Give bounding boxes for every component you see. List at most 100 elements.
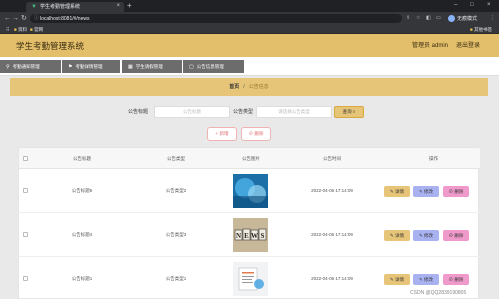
detail-button[interactable]: ✎ 详情 <box>384 186 410 197</box>
announcement-table: 公告标题 公告类型 公告图片 公告时间 操作 公告标题5 公告类型2 2022-… <box>18 147 480 299</box>
new-tab-icon[interactable]: + <box>127 2 132 10</box>
column-image: 公告图片 <box>242 156 260 161</box>
svg-text:N: N <box>236 232 241 240</box>
forward-icon[interactable]: → <box>12 14 19 23</box>
back-icon[interactable]: ← <box>4 14 11 23</box>
trash-icon: ⊘ <box>448 189 454 194</box>
watermark: CSDN @QQ2839190805 <box>410 290 467 296</box>
edit-icon: ✎ <box>389 233 394 238</box>
table-row: 公告标题5 公告类型2 2022-04-06 17:14:09 ✎ 详情 ✎ 修… <box>19 169 480 213</box>
row-checkbox[interactable] <box>23 276 28 281</box>
profile-label[interactable]: 无痕模式 <box>457 16 477 22</box>
edit-icon: ✎ <box>389 277 394 282</box>
row-type: 公告类型1 <box>165 276 187 281</box>
star-icon[interactable]: ☆ <box>416 15 420 22</box>
type-select[interactable]: 请选择公告类型 <box>256 106 332 118</box>
column-type: 公告类型 <box>167 156 185 161</box>
plus-icon: + <box>215 131 219 136</box>
batch-delete-button[interactable]: ⊘ 删除 <box>241 127 271 141</box>
apps-icon[interactable]: ⠿ <box>6 26 9 33</box>
edit-button[interactable]: ✎ 修改 <box>413 274 439 285</box>
browser-tab[interactable]: ▼ 学生考勤管理系统 × <box>26 2 124 12</box>
bookmark-folder-1[interactable]: ■ 资料 <box>14 26 27 33</box>
logout-link[interactable]: 退出登录 <box>456 42 480 50</box>
detail-button[interactable]: ✎ 详情 <box>384 230 410 241</box>
info-icon[interactable]: ⓘ <box>34 15 39 22</box>
svg-text:E: E <box>244 232 249 240</box>
close-window-icon[interactable]: × <box>487 1 491 9</box>
reload-icon[interactable]: ↻ <box>21 14 27 23</box>
grid-icon: ▦ <box>128 64 133 70</box>
pencil-icon: ✎ <box>418 233 423 238</box>
bookmarks-bar: ⠿ ■ 资料 ■ 官网 ■ 其他书签 <box>0 25 499 34</box>
address-bar[interactable]: ⓘ localhost:8081/#/news <box>30 14 402 23</box>
breadcrumb-current: 公告信息 <box>248 84 269 90</box>
row-type: 公告类型3 <box>165 232 187 237</box>
admin-label: 管理员 admin <box>412 43 449 49</box>
profile-avatar[interactable] <box>448 15 455 22</box>
row-checkbox[interactable] <box>23 232 28 237</box>
title-search-input[interactable]: 公告标题 <box>154 106 230 118</box>
column-time: 公告时间 <box>323 156 341 161</box>
row-title: 公告标题1 <box>71 276 93 281</box>
announcement-image <box>233 174 268 208</box>
menu-item-student-leave[interactable]: ▦ 学生请假管理 <box>122 60 182 73</box>
column-actions: 操作 <box>429 156 438 161</box>
maximize-icon[interactable]: □ <box>470 1 474 9</box>
tab-title: 学生考勤管理系统 <box>40 4 81 10</box>
row-title: 公告标题5 <box>71 188 93 193</box>
close-tab-icon[interactable]: × <box>116 3 120 10</box>
pencil-icon: ✎ <box>418 189 423 194</box>
nav-menu: ⚲ 考勤通知管理 ⚑ 考勤详情管理 ▦ 学生请假管理 ▢ 公告信息管理 <box>0 57 499 76</box>
folder-icon: ▢ <box>189 64 194 70</box>
search-icon: ⌕ <box>352 109 356 114</box>
menu-item-attendance-detail[interactable]: ⚑ 考勤详情管理 <box>62 60 120 73</box>
browser-toolbar: ← → ↻ ⓘ localhost:8081/#/news ⇪ ☆ ◧ ▭ 无痕… <box>0 12 499 25</box>
bookmark-folder-2[interactable]: ■ 官网 <box>30 26 43 33</box>
browser-tabstrip: ▼ 学生考勤管理系统 × + – □ × <box>0 0 499 12</box>
search-button[interactable]: 查询 ⌕ <box>334 106 364 118</box>
trash-icon: ⊘ <box>248 131 254 136</box>
announcement-image <box>233 262 268 296</box>
announcement-image: N E W S <box>233 218 268 252</box>
trash-icon: ⊘ <box>448 233 454 238</box>
sidebar-icon[interactable]: ▭ <box>436 15 441 22</box>
edit-button[interactable]: ✎ 修改 <box>413 230 439 241</box>
breadcrumb-separator: / <box>243 84 245 90</box>
column-title: 公告标题 <box>73 156 91 161</box>
delete-button[interactable]: ⊘ 删除 <box>443 230 469 241</box>
type-search-label: 公告类型 <box>233 109 254 115</box>
pin-icon: ⚲ <box>6 64 10 70</box>
row-checkbox[interactable] <box>23 188 28 193</box>
app-header: 学生考勤管理系统 管理员 admin 退出登录 <box>0 34 499 57</box>
breadcrumb: 首页 / 公告信息 <box>10 78 488 96</box>
svg-text:S: S <box>261 232 265 240</box>
vue-logo-icon: ▼ <box>31 4 37 10</box>
select-all-checkbox[interactable] <box>23 156 28 161</box>
row-type: 公告类型2 <box>165 188 187 193</box>
extension-icon[interactable]: ◧ <box>426 15 431 22</box>
minimize-icon[interactable]: – <box>454 1 457 9</box>
menu-item-announcement[interactable]: ▢ 公告信息管理 <box>183 60 244 73</box>
delete-button[interactable]: ⊘ 删除 <box>443 186 469 197</box>
edit-button[interactable]: ✎ 修改 <box>413 186 439 197</box>
row-time: 2022-04-06 17:14:09 <box>311 276 353 281</box>
detail-button[interactable]: ✎ 详情 <box>384 274 410 285</box>
menu-item-attendance-notice[interactable]: ⚲ 考勤通知管理 <box>0 60 61 73</box>
flag-icon: ⚑ <box>68 64 73 70</box>
row-title: 公告标题4 <box>71 232 93 237</box>
table-row: 公告标题4 公告类型3 N E W S 2022-04-06 17:14:09 … <box>19 213 480 257</box>
trash-icon: ⊘ <box>448 277 454 282</box>
add-button[interactable]: + 新增 <box>207 127 237 141</box>
delete-button[interactable]: ⊘ 删除 <box>443 274 469 285</box>
app-title: 学生考勤管理系统 <box>16 41 85 51</box>
share-icon[interactable]: ⇪ <box>406 15 410 22</box>
other-bookmarks[interactable]: ■ 其他书签 <box>470 26 492 33</box>
row-time: 2022-04-06 17:14:09 <box>311 188 353 193</box>
menu-dots-icon[interactable]: ⋮ <box>490 15 495 22</box>
breadcrumb-home[interactable]: 首页 <box>229 84 239 90</box>
row-time: 2022-04-06 17:14:09 <box>311 232 353 237</box>
edit-icon: ✎ <box>389 189 394 194</box>
svg-text:W: W <box>251 232 258 240</box>
url-text: localhost:8081/#/news <box>40 15 90 22</box>
